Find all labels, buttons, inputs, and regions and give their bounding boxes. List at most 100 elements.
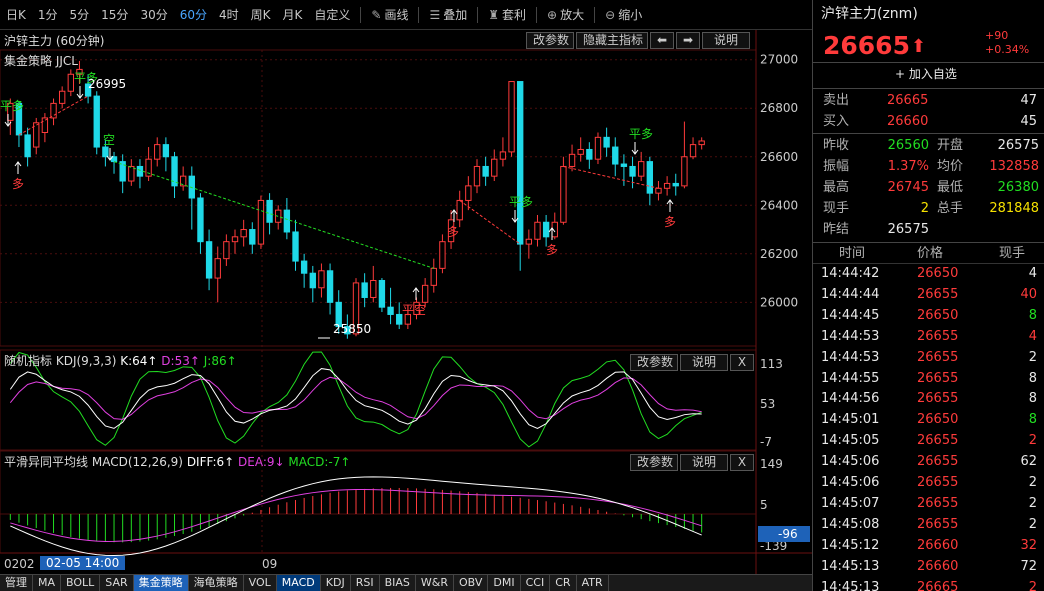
macdbtns-btn-2[interactable]: X <box>730 454 754 471</box>
period-tab-6[interactable]: 4时 <box>213 0 245 30</box>
indicator-tab-3[interactable]: SAR <box>100 575 134 591</box>
indicator-tab-13[interactable]: DMI <box>488 575 521 591</box>
period-tab-1[interactable]: 1分 <box>32 0 64 30</box>
candle <box>24 127 31 167</box>
tool-button-4[interactable]: ⊖ 缩小 <box>599 0 648 30</box>
mainbtns-btn-1[interactable]: 隐藏主指标 <box>576 32 648 49</box>
zoom-in-icon: ⊕ <box>547 7 558 22</box>
indicator-tab-15[interactable]: CR <box>550 575 577 591</box>
signal-ping-kong: 平空 <box>402 303 426 317</box>
candle <box>655 181 662 201</box>
candle <box>50 98 57 126</box>
period-tab-3[interactable]: 15分 <box>95 0 134 30</box>
indicator-tab-8[interactable]: KDJ <box>321 575 351 591</box>
period-tab-0[interactable]: 日K <box>0 0 32 30</box>
period-tab-8[interactable]: 月K <box>277 0 309 30</box>
stat-row: 振幅 1.37% 均价 132858 <box>813 156 1044 177</box>
tick-volume: 8 <box>1028 307 1037 323</box>
tick-price: 26655 <box>917 433 959 449</box>
candle <box>534 214 541 247</box>
kdj-tick-label: -7 <box>760 435 772 449</box>
mainbtns-btn-0[interactable]: 改参数 <box>526 32 574 49</box>
indicator-tab-1[interactable]: MA <box>33 575 62 591</box>
add-watchlist-button[interactable]: + 加入自选 <box>813 64 1044 86</box>
kdjbtns-btn-0[interactable]: 改参数 <box>630 354 678 371</box>
candle <box>456 190 463 228</box>
candle <box>638 151 645 182</box>
tick-volume: 8 <box>1028 391 1037 407</box>
candle <box>378 278 386 313</box>
tick-price: 26655 <box>917 286 959 302</box>
tick-row: 14:44:55 26655 8 <box>813 368 1044 389</box>
toolbar-separator <box>477 6 479 23</box>
tool-button-3[interactable]: ⊕ 放大 <box>541 0 590 30</box>
time-axis-cursor: 02-05 14:00 <box>40 556 126 570</box>
indicator-tab-9[interactable]: RSI <box>351 575 380 591</box>
layers-icon: ☰ <box>429 7 441 22</box>
mainbtns-btn-3[interactable]: ➡ <box>676 32 700 49</box>
candle <box>231 229 239 254</box>
tick-price: 26655 <box>917 328 959 344</box>
stat-label: 均价 <box>937 159 964 174</box>
kdj-tick-label: 53 <box>760 397 775 411</box>
mainbtns-btn-2[interactable]: ⬅ <box>650 32 674 49</box>
tick-volume: 2 <box>1028 475 1037 490</box>
indicator-tab-2[interactable]: BOLL <box>61 575 101 591</box>
tool-button-0[interactable]: ✎ 画线 <box>365 0 414 30</box>
kdj-header: 随机指标 KDJ(9,3,3) K:64↑ D:53↑ J:86↑ <box>4 352 237 369</box>
ticks-header: 时间 价格 现手 <box>813 243 1044 264</box>
stat-value: 26560 <box>887 138 929 153</box>
period-tab-9[interactable]: 自定义 <box>308 0 356 30</box>
period-tab-5[interactable]: 60分 <box>174 0 213 30</box>
period-tab-4[interactable]: 30分 <box>134 0 173 30</box>
stat-value: 26575 <box>997 138 1039 153</box>
sell-row: 卖出 26665 47 <box>813 90 1044 111</box>
price-change-pct: +0.34% <box>985 43 1030 56</box>
indicator-tab-11[interactable]: W&R <box>416 575 454 591</box>
indicator-tab-16[interactable]: ATR <box>577 575 609 591</box>
macd-tick-label: 5 <box>760 498 768 512</box>
indicator-tab-12[interactable]: OBV <box>454 575 489 591</box>
price-tick-label: 26600 <box>760 150 798 164</box>
indicator-tab-0[interactable]: 管理 <box>0 575 33 591</box>
macdbtns-btn-0[interactable]: 改参数 <box>630 454 678 471</box>
ticks-header-time: 时间 <box>839 246 866 261</box>
macdbtns-btn-1[interactable]: 说明 <box>680 454 728 471</box>
candle <box>499 137 507 167</box>
candle <box>430 258 437 293</box>
kdjbtns-btn-1[interactable]: 说明 <box>680 354 728 371</box>
price-tick-label: 26400 <box>760 198 798 212</box>
quote-price-row: 26665 ⬆ +90 +0.34% <box>813 30 1044 62</box>
stat-value: 281848 <box>989 201 1039 216</box>
tool-label: 叠加 <box>443 7 468 22</box>
bag-icon: ♜ <box>488 7 500 22</box>
tool-label: 缩小 <box>618 7 643 22</box>
tick-row: 14:45:12 26660 32 <box>813 535 1044 556</box>
period-tab-7[interactable]: 周K <box>245 0 277 30</box>
indicator-tab-10[interactable]: BIAS <box>380 575 416 591</box>
tool-button-1[interactable]: ☰ 叠加 <box>423 0 473 30</box>
indicator-tab-5[interactable]: 海龟策略 <box>189 575 244 591</box>
tick-price: 26655 <box>917 349 959 365</box>
indicator-tab-14[interactable]: CCI <box>521 575 551 591</box>
tick-volume: 2 <box>1028 349 1037 365</box>
indicator-tab-4[interactable]: 集金策略 <box>133 575 189 591</box>
indicator-tab-7[interactable]: MACD <box>276 575 321 591</box>
candle <box>93 91 100 155</box>
quote-panel: 沪锌主力(znm) 26665 ⬆ +90 +0.34% + 加入自选 卖出 26665 47 买… <box>812 0 1044 591</box>
indicator-tab-6[interactable]: VOL <box>244 575 277 591</box>
chart-canvas[interactable]: 260002620026400266002680027000平多多平多26995… <box>0 30 812 574</box>
tick-volume: 62 <box>1020 454 1037 470</box>
kdjbtns-btn-2[interactable]: X <box>730 354 754 371</box>
tool-button-2[interactable]: ♜ 套利 <box>482 0 532 30</box>
signal-ping-duo: 平多 <box>0 99 24 113</box>
tick-time: 14:44:56 <box>821 391 880 407</box>
tick-price: 26655 <box>917 391 959 407</box>
mainbtns-btn-4[interactable]: 说明 <box>702 32 750 49</box>
period-tab-2[interactable]: 5分 <box>64 0 96 30</box>
tick-price: 26660 <box>917 558 959 574</box>
stat-row: 昨结 26575 <box>813 219 1044 240</box>
tick-time: 14:44:44 <box>821 286 880 302</box>
chart-area[interactable]: 26000 26200 26400 26600 26800 27000 平多多平多 26995… <box>0 30 812 591</box>
tick-volume: 4 <box>1028 266 1037 281</box>
